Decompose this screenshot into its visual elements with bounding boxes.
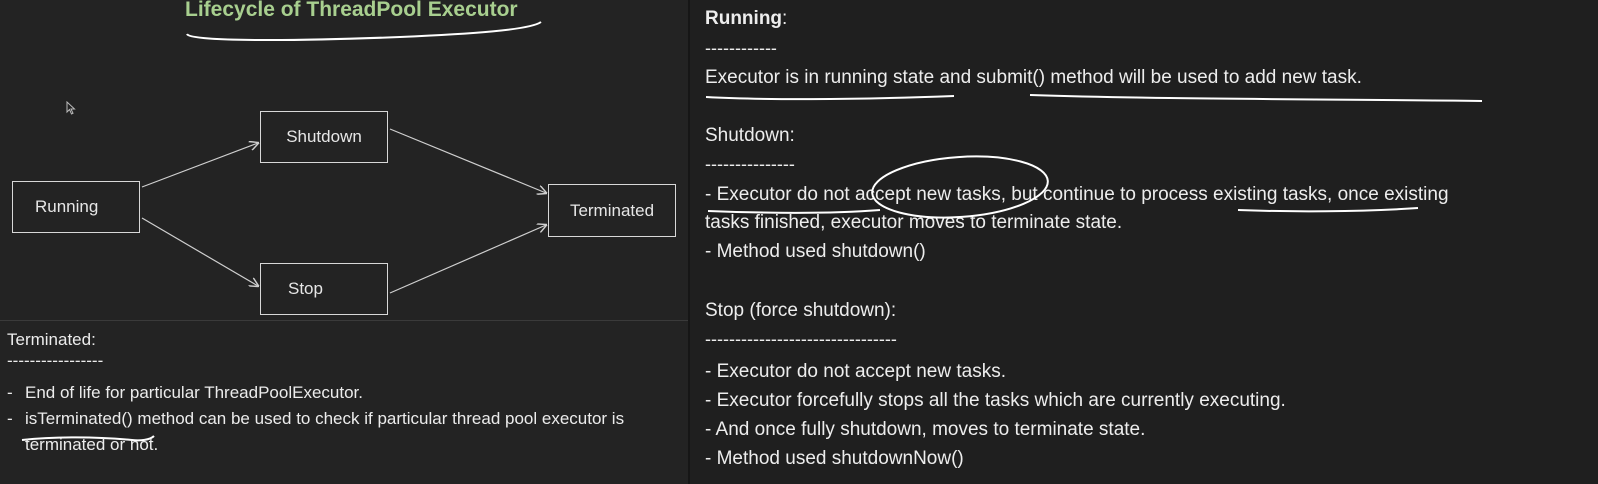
shutdown-line-3: - Method used shutdown() — [705, 241, 926, 262]
shutdown-line-1: - Executor do not accept new tasks, but … — [705, 184, 1449, 205]
mouse-cursor-icon — [66, 101, 76, 115]
list-item: - isTerminated() method can be used to c… — [7, 406, 677, 458]
shutdown-dashes: --------------- — [705, 154, 795, 174]
arrow-running-to-shutdown — [141, 143, 258, 188]
shutdown-line-2: tasks finished, executor moves to termin… — [705, 212, 1123, 233]
running-heading-colon: : — [782, 8, 788, 29]
stop-item-2: - Executor forcefully stops all the task… — [705, 390, 1286, 411]
node-stop-label: Stop — [288, 279, 323, 298]
title-underline — [186, 21, 542, 42]
node-running-label: Running — [35, 197, 99, 216]
node-shutdown: Shutdown — [260, 111, 388, 163]
arrow-stop-to-terminated — [389, 225, 546, 294]
node-terminated: Terminated — [548, 184, 676, 237]
stop-dashes: -------------------------------- — [705, 329, 897, 349]
arrow-running-to-stop — [141, 217, 258, 286]
running-dashes: ------------ — [705, 38, 777, 58]
terminated-item-1: End of life for particular ThreadPoolExe… — [25, 383, 363, 402]
node-terminated-label: Terminated — [569, 200, 655, 220]
lifecycle-diagram-panel: Lifecycle of ThreadPool Executor Running… — [0, 0, 688, 484]
stop-item-4: - Method used shutdownNow() — [705, 448, 964, 469]
stop-heading: Stop (force shutdown): — [705, 300, 897, 321]
terminated-list: - End of life for particular ThreadPoolE… — [7, 380, 677, 458]
section-divider — [0, 320, 688, 321]
shutdown-heading: Shutdown: — [705, 125, 795, 146]
terminated-item-2: isTerminated() method can be used to che… — [25, 409, 625, 454]
running-description: Executor is in running state and submit(… — [705, 67, 1362, 88]
running-heading: Running — [705, 8, 783, 29]
stop-item-3: - And once fully shutdown, moves to term… — [705, 419, 1146, 440]
running-heading-line: Running: — [705, 8, 787, 30]
terminated-dashes: ----------------- — [7, 351, 104, 370]
stop-item-1: - Executor do not accept new tasks. — [705, 361, 1006, 382]
terminated-heading: Terminated: — [7, 330, 96, 349]
node-stop: Stop — [260, 263, 388, 315]
stop-list: - Executor do not accept new tasks. - Ex… — [705, 357, 1286, 473]
node-shutdown-label: Shutdown — [286, 127, 362, 146]
bullet: - — [7, 383, 13, 402]
terminated-notes: Terminated: ----------------- - End of l… — [7, 328, 677, 458]
bullet: - — [7, 409, 13, 428]
node-running: Running — [12, 181, 140, 233]
arrow-shutdown-to-terminated — [389, 128, 546, 193]
list-item: - End of life for particular ThreadPoolE… — [7, 380, 677, 406]
